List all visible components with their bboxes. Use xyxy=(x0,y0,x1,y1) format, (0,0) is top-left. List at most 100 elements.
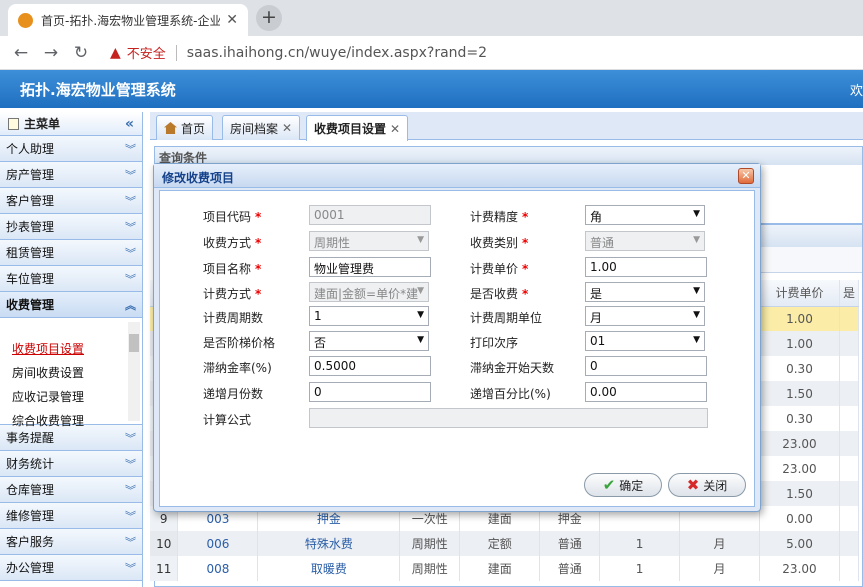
sidebar-header: 主菜单 « xyxy=(0,112,142,136)
late-days-input[interactable]: 0 xyxy=(585,356,707,376)
formula-label: 计算公式 xyxy=(203,413,252,427)
select-value: 否 xyxy=(314,336,327,350)
sidebar-item-personal[interactable]: 个人助理 ︾ xyxy=(0,136,142,162)
label-text: 计费单价 xyxy=(470,262,519,276)
dialog-title: 修改收费项目 xyxy=(154,164,760,188)
tab-fee-items[interactable]: 收费项目设置 ✕ xyxy=(306,115,409,141)
close-tab-icon[interactable]: ✕ xyxy=(390,122,400,136)
cross-icon: ✖ xyxy=(686,476,700,494)
back-arrow-icon[interactable]: ← xyxy=(6,43,36,63)
grid-cell-price: 5.00 xyxy=(759,531,840,556)
calc-label: 计费方式 * xyxy=(203,285,261,302)
select-value: 是 xyxy=(590,287,603,301)
grid-cell-charge xyxy=(839,481,860,506)
edit-fee-item-dialog: 修改收费项目 ✕ 项目代码 * 0001 计费精度 * 角 ▼ 收费方式 * 周期性 ▼ … xyxy=(153,163,761,512)
close-button[interactable]: ✖ 关闭 xyxy=(668,473,746,497)
grid-cell-code: 006 xyxy=(177,531,259,556)
dialog-close-icon[interactable]: ✕ xyxy=(738,168,754,184)
price-input[interactable]: 1.00 xyxy=(585,257,707,277)
browser-tab[interactable]: 首页-拓扑.海宏物业管理系统-企业 ✕ xyxy=(8,4,248,36)
sidebar-item-service[interactable]: 客户服务 ︾ xyxy=(0,529,142,555)
chevron-down-icon: ︾ xyxy=(125,535,136,549)
mode-select[interactable]: 周期性 ▼ xyxy=(309,231,429,251)
name-label: 项目名称 * xyxy=(203,260,261,277)
grid-cell-price: 1.50 xyxy=(759,381,840,406)
home-icon xyxy=(164,122,177,134)
sidebar-item-parking[interactable]: 车位管理 ︾ xyxy=(0,266,142,292)
table-row[interactable]: 11 008 取暖费 周期性 建面 普通 1 月 23.00 xyxy=(150,556,860,581)
tab-home[interactable]: 首页 xyxy=(156,115,214,140)
column-header-unit-price[interactable]: 计费单价 xyxy=(759,280,840,307)
sidebar-item-label: 财务统计 xyxy=(6,457,55,471)
select-value: 建面|金额=单价*建 xyxy=(314,287,419,301)
late-rate-input[interactable]: 0.5000 xyxy=(309,356,431,376)
sidebar-item-finance[interactable]: 财务统计 ︾ xyxy=(0,451,142,477)
submenu-link-combined-billing[interactable]: 综合收费管理 xyxy=(12,412,84,429)
column-header[interactable]: 是 xyxy=(839,280,860,307)
tab-label: 房间档案 xyxy=(230,121,279,136)
reload-icon[interactable]: ↻ xyxy=(66,43,96,63)
code-field[interactable]: 0001 xyxy=(309,205,431,225)
sidebar-item-leasing[interactable]: 租赁管理 ︾ xyxy=(0,240,142,266)
confirm-button[interactable]: ✔ 确定 xyxy=(584,473,662,497)
sidebar-item-property[interactable]: 房产管理 ︾ xyxy=(0,162,142,188)
grid-cell-mode: 周期性 xyxy=(399,531,461,556)
sidebar-item-label: 抄表管理 xyxy=(6,220,55,234)
chevron-down-icon: ︾ xyxy=(125,272,136,286)
name-input[interactable]: 物业管理费 xyxy=(309,257,431,277)
precision-label: 计费精度 * xyxy=(470,208,528,225)
sidebar-item-customers[interactable]: 客户管理 ︾ xyxy=(0,188,142,214)
select-value: 普通 xyxy=(590,236,615,250)
warning-triangle-icon[interactable]: ▲ xyxy=(110,45,121,61)
sidebar-item-billing[interactable]: 收费管理 ︽ xyxy=(0,292,142,318)
chevron-down-icon: ︾ xyxy=(125,561,136,575)
scrollbar-thumb[interactable] xyxy=(129,334,139,352)
submenu-link-room-fees[interactable]: 房间收费设置 xyxy=(12,364,84,381)
browser-toolbar: ← → ↻ ▲ 不安全 saas.ihaihong.cn/wuye/index.… xyxy=(0,36,863,70)
address-bar[interactable]: saas.ihaihong.cn/wuye/index.aspx?rand=2 xyxy=(187,45,487,61)
forward-arrow-icon[interactable]: → xyxy=(36,43,66,63)
tab-room-archive[interactable]: 房间档案 ✕ xyxy=(222,115,301,140)
submenu-scrollbar[interactable] xyxy=(128,322,140,421)
close-tab-icon[interactable]: ✕ xyxy=(282,121,292,135)
grid-cell-n: 10 xyxy=(150,531,179,556)
grid-cell-qty: 1 xyxy=(599,531,681,556)
period-unit-select[interactable]: 月 ▼ xyxy=(585,306,705,326)
charge-select[interactable]: 是 ▼ xyxy=(585,282,705,302)
precision-select[interactable]: 角 ▼ xyxy=(585,205,705,225)
sidebar-item-meters[interactable]: 抄表管理 ︾ xyxy=(0,214,142,240)
period-num-select[interactable]: 1 ▼ xyxy=(309,306,429,326)
grid-cell-charge xyxy=(839,381,860,406)
dropdown-arrow-icon: ▼ xyxy=(417,235,424,245)
select-value: 角 xyxy=(590,210,603,224)
sidebar-item-warehouse[interactable]: 仓库管理 ︾ xyxy=(0,477,142,503)
charge-label: 是否收费 * xyxy=(470,285,528,302)
collapse-sidebar-icon[interactable]: « xyxy=(125,116,134,132)
sidebar-item-repairs[interactable]: 维修管理 ︾ xyxy=(0,503,142,529)
grid-cell-cat: 普通 xyxy=(539,556,601,581)
checkmark-icon: ✔ xyxy=(602,476,616,494)
required-mark: * xyxy=(255,262,262,276)
submenu-link-receivables[interactable]: 应收记录管理 xyxy=(12,388,84,405)
category-select[interactable]: 普通 ▼ xyxy=(585,231,705,251)
tiered-select[interactable]: 否 ▼ xyxy=(309,331,429,351)
grid-cell-calc: 建面 xyxy=(459,556,541,581)
sidebar-item-label: 客户管理 xyxy=(6,194,55,208)
site-favicon-icon xyxy=(18,12,33,28)
inc-months-input[interactable]: 0 xyxy=(309,382,431,402)
table-row[interactable]: 10 006 特殊水费 周期性 定额 普通 1 月 5.00 xyxy=(150,531,860,556)
browser-tab-title: 首页-拓扑.海宏物业管理系统-企业 xyxy=(41,13,221,28)
print-order-select[interactable]: 01 ▼ xyxy=(585,331,705,351)
app-header: 拓扑.海宏物业管理系统 欢 xyxy=(0,70,863,108)
formula-field[interactable] xyxy=(309,408,708,428)
submenu-link-fee-items[interactable]: 收费项目设置 xyxy=(12,340,84,357)
grid-cell-charge xyxy=(839,531,860,556)
sidebar-item-office[interactable]: 办公管理 ︾ xyxy=(0,555,142,581)
calc-select[interactable]: 建面|金额=单价*建 ▼ xyxy=(309,282,429,302)
grid-cell-price: 1.50 xyxy=(759,481,840,506)
app-title: 拓扑.海宏物业管理系统 xyxy=(20,81,176,99)
new-tab-button[interactable]: + xyxy=(256,5,282,31)
close-tab-icon[interactable]: ✕ xyxy=(226,12,238,28)
security-label[interactable]: 不安全 xyxy=(127,43,166,62)
inc-percent-input[interactable]: 0.00 xyxy=(585,382,707,402)
